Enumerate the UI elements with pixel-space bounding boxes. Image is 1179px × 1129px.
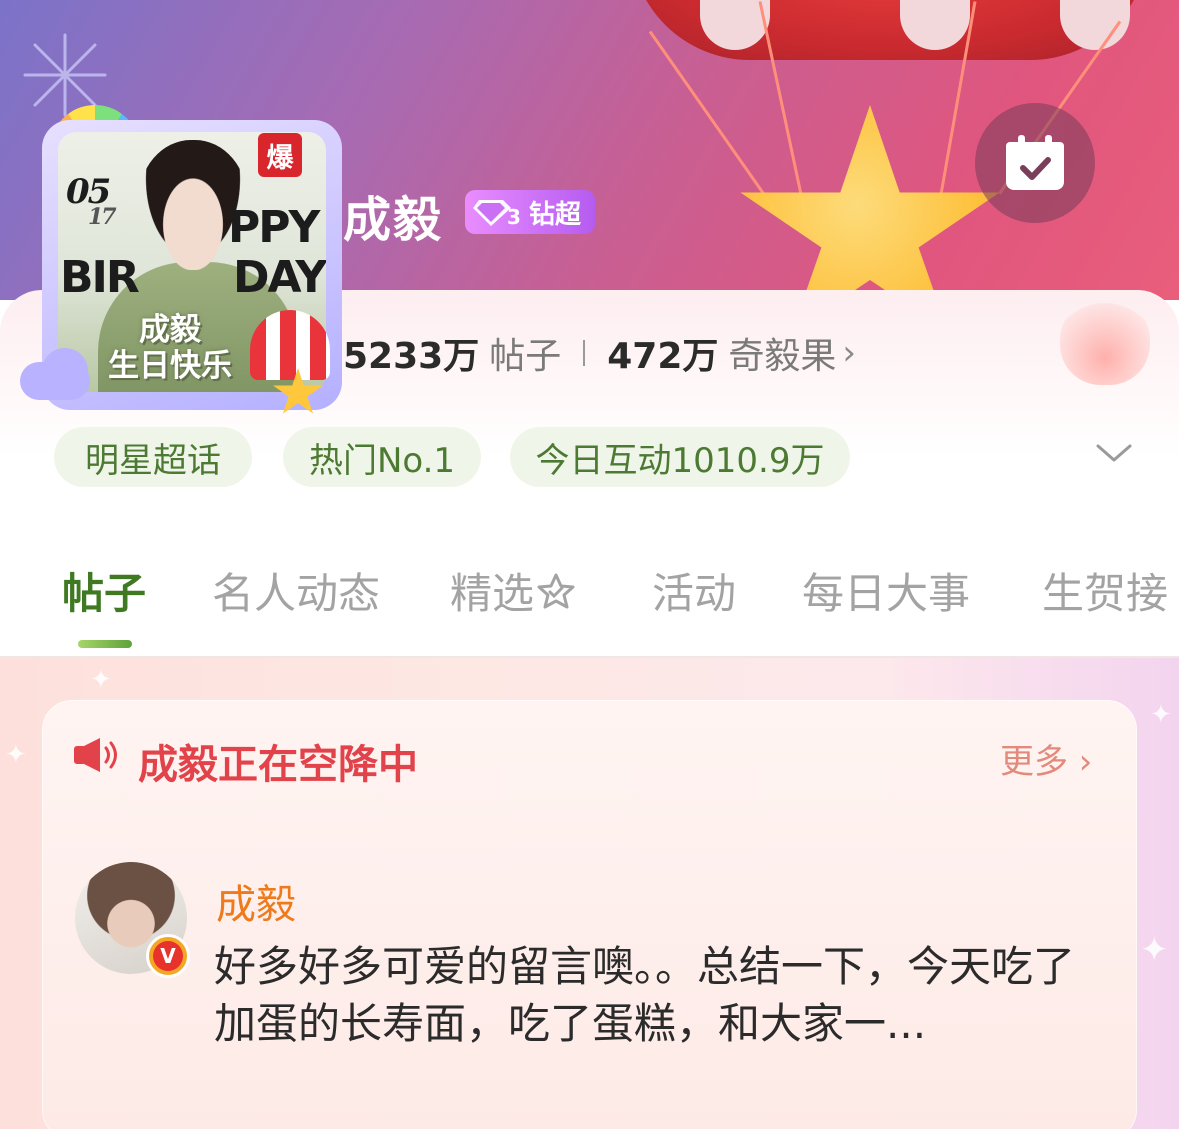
fans-count[interactable]: 472万 bbox=[607, 327, 718, 379]
verified-icon: V bbox=[146, 934, 190, 978]
level-label: 钻超 bbox=[529, 199, 582, 230]
tab-posts[interactable]: 帖子 bbox=[62, 560, 146, 621]
chip-daily-interactions[interactable]: 今日互动1010.9万 bbox=[510, 427, 850, 487]
tab-activities[interactable]: 活动 bbox=[652, 560, 736, 621]
sparkle-decoration: ✦ bbox=[5, 740, 27, 770]
active-tab-indicator bbox=[78, 640, 132, 648]
posts-count: 5233万 bbox=[343, 336, 480, 377]
sparkle-decoration: ✦ bbox=[1150, 700, 1172, 730]
topic-avatar[interactable]: 05 17 PPY BIR DAY 成毅 生日快乐 爆 bbox=[20, 100, 350, 420]
star-decoration bbox=[740, 105, 1000, 300]
tab-celebrity-updates[interactable]: 名人动态 bbox=[212, 560, 380, 621]
photo-text-line2: BIR bbox=[60, 252, 140, 303]
photo-caption-line2: 生日快乐 bbox=[108, 348, 232, 384]
airdrop-title: 成毅正在空降中 bbox=[138, 742, 418, 788]
tab-featured-label: 精选 bbox=[450, 569, 535, 618]
photo-text-line3: DAY bbox=[233, 252, 326, 303]
chevron-right-icon: › bbox=[1068, 742, 1093, 782]
stats-divider bbox=[583, 340, 586, 366]
level-number: 3 bbox=[507, 205, 521, 228]
topic-name: 成毅 bbox=[343, 192, 444, 248]
level-badge[interactable]: 3 钻超 bbox=[465, 190, 595, 234]
airdrop-more-link[interactable]: 更多 › bbox=[1000, 734, 1092, 783]
cloud-decoration bbox=[42, 348, 88, 394]
photo-date-bottom: 17 bbox=[88, 204, 117, 230]
photo-caption: 成毅 生日快乐 bbox=[108, 312, 232, 384]
tab-birthday-relay[interactable]: 生贺接 bbox=[1042, 560, 1168, 621]
chip-hot-rank[interactable]: 热门No.1 bbox=[283, 427, 481, 487]
tab-featured[interactable]: 精选 bbox=[450, 560, 576, 621]
calendar-check-icon bbox=[1006, 135, 1064, 190]
hot-badge: 爆 bbox=[258, 133, 302, 177]
more-label: 更多 bbox=[1000, 742, 1068, 782]
post-text[interactable]: 好多好多可爱的留言噢。。总结一下，今天吃了加蛋的长寿面，吃了蛋糕，和大家一... bbox=[214, 938, 1084, 1052]
posts-label: 帖子 bbox=[489, 336, 562, 377]
diamond-icon: 3 bbox=[473, 195, 525, 229]
calendar-checkin-button[interactable] bbox=[975, 103, 1095, 223]
post-author[interactable]: 成毅 bbox=[216, 872, 296, 930]
fans-label[interactable]: 奇毅果 bbox=[728, 327, 836, 379]
chevron-right-icon[interactable]: › bbox=[842, 333, 856, 373]
photo-text-line1: PPY bbox=[228, 202, 320, 253]
sparkle-decoration: ✦ bbox=[1140, 930, 1169, 970]
flame-decoration bbox=[1060, 295, 1150, 385]
chevron-down-icon[interactable] bbox=[1094, 438, 1134, 468]
chip-star-topic[interactable]: 明星超话 bbox=[54, 427, 252, 487]
tab-bar: 帖子 名人动态 精选 活动 每日大事 生贺接 bbox=[0, 560, 1179, 640]
star-icon bbox=[537, 573, 575, 609]
mini-balloon-decoration bbox=[250, 310, 330, 380]
photo-caption-line1: 成毅 bbox=[139, 312, 201, 348]
speaker-icon bbox=[74, 738, 117, 772]
stats-row: 5233万 帖子 472万 奇毅果 › bbox=[343, 327, 856, 379]
sparkle-decoration: ✦ bbox=[90, 665, 112, 695]
tab-daily-events[interactable]: 每日大事 bbox=[802, 560, 970, 621]
